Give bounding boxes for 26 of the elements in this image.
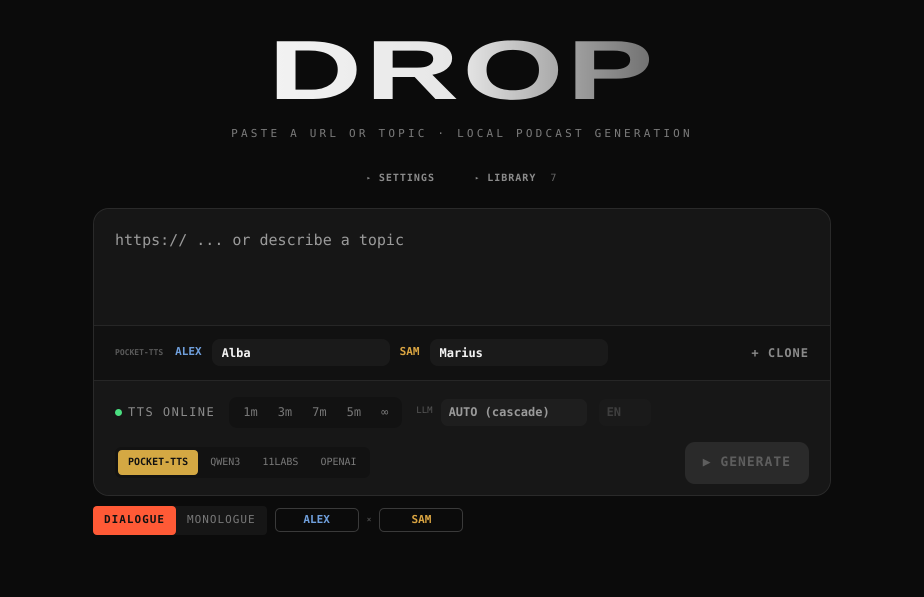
mode-tab[interactable]: DIALOGUE xyxy=(93,506,176,534)
provider-tab[interactable]: QWEN3 xyxy=(200,450,250,475)
separator-text: × xyxy=(366,514,372,526)
tagline: PASTE A URL OR TOPIC · LOCAL PODCAST GENERATION xyxy=(231,126,693,142)
voice-field[interactable]: Alba xyxy=(212,339,390,366)
llm-field[interactable]: AUTO (cascade) xyxy=(440,398,587,426)
duration-option[interactable]: 3m xyxy=(268,400,302,424)
mode-tab[interactable]: MONOLOGUE xyxy=(176,506,267,534)
provider-tab[interactable]: 11LABS xyxy=(252,450,308,475)
speaker-label: ALEX xyxy=(175,344,202,360)
engine-label: POCKET-TTS xyxy=(115,346,164,358)
duration-option[interactable]: 7m xyxy=(302,400,337,424)
duration-option[interactable]: 5m xyxy=(336,400,372,424)
speaker-chip[interactable]: ALEX xyxy=(274,508,359,532)
status-text: TTS ONLINE xyxy=(128,404,216,421)
duration-option[interactable]: ∞ xyxy=(371,400,398,424)
voice-field[interactable]: Marius xyxy=(430,339,608,366)
clone-button[interactable]: + CLONE xyxy=(751,344,809,362)
duration-option[interactable]: 1m xyxy=(233,400,268,424)
speaker-label: SAM xyxy=(400,344,420,360)
provider-tab[interactable]: OPENAI xyxy=(310,450,367,475)
llm-label: LLM xyxy=(416,405,433,418)
prompt-input[interactable]: https:// ... or describe a topic xyxy=(94,208,830,324)
speaker-chip[interactable]: SAM xyxy=(379,508,464,532)
item-count: 7 xyxy=(550,172,558,186)
provider-tab[interactable]: POCKET-TTS xyxy=(118,450,198,475)
